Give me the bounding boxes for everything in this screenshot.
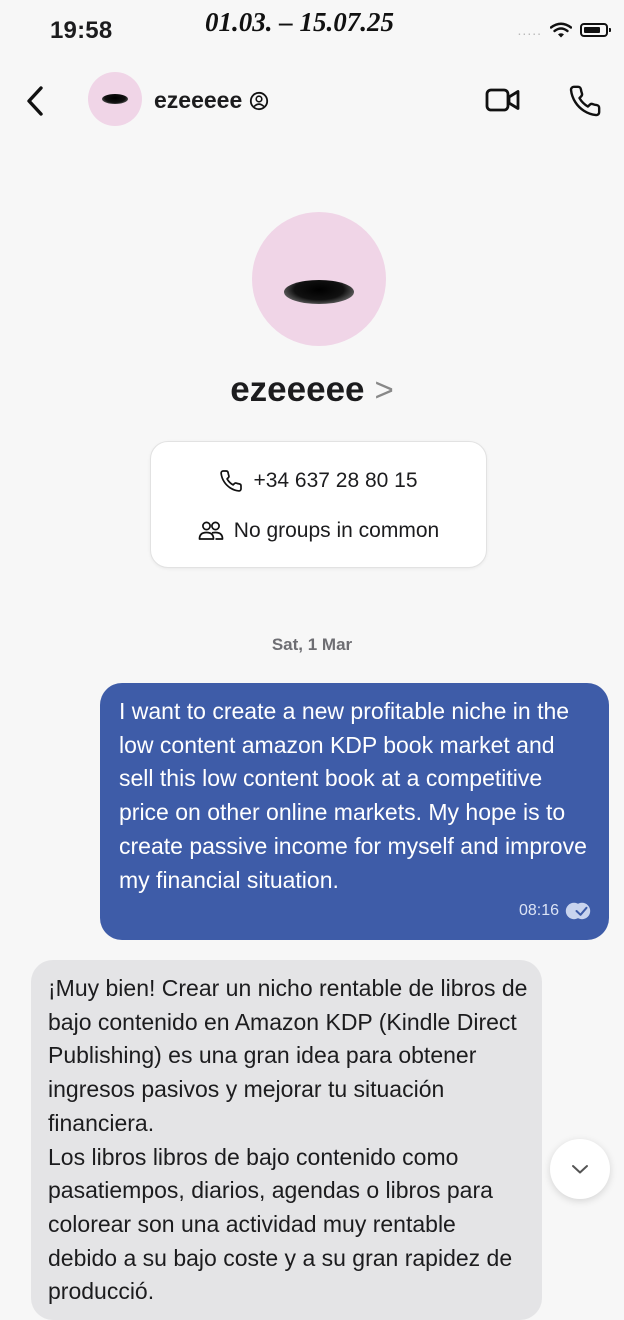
contact-info-card: +34 637 28 80 15 No groups in common <box>150 441 487 568</box>
avatar-image <box>102 94 128 104</box>
phone-number: +34 637 28 80 15 <box>253 469 418 492</box>
message-text: ¡Muy bien! Crear un nicho rentable de li… <box>48 975 528 1305</box>
wifi-icon <box>550 22 572 38</box>
phone-icon <box>220 470 243 492</box>
verified-icon <box>250 91 269 110</box>
back-icon[interactable] <box>22 84 52 118</box>
phone-row[interactable]: +34 637 28 80 15 <box>151 469 486 493</box>
message-text: I want to create a new profitable niche … <box>119 698 587 893</box>
status-icons: ..... <box>517 22 611 38</box>
read-receipt-icon <box>565 902 591 920</box>
avatar-image <box>284 280 354 304</box>
message-time: 08:16 <box>518 902 559 920</box>
contact-name-header-label: ezeeeee <box>154 87 243 113</box>
incoming-message-bubble[interactable]: ¡Muy bien! Crear un nicho rentable de li… <box>31 960 542 1320</box>
date-separator: Sat, 1 Mar <box>271 635 353 654</box>
signal-icon: ..... <box>517 22 542 38</box>
groups-row[interactable]: No groups in common <box>151 519 486 543</box>
phone-call-icon[interactable] <box>567 84 603 118</box>
contact-avatar-large[interactable] <box>252 212 386 346</box>
contact-avatar-small[interactable] <box>88 72 142 126</box>
groups-text: No groups in common <box>233 519 440 542</box>
profile-name[interactable]: ezeeeee > <box>0 370 624 410</box>
status-time: 19:58 <box>50 17 113 44</box>
date-range-overlay: 01.03. – 15.07.25 <box>205 7 394 37</box>
message-meta: 08:16 <box>519 894 591 928</box>
contact-name-header[interactable]: ezeeeee <box>154 87 269 114</box>
scroll-down-button[interactable] <box>550 1139 610 1199</box>
chevron-right-icon: > <box>374 371 394 408</box>
battery-icon <box>580 23 611 37</box>
chevron-down-icon <box>572 1165 588 1174</box>
profile-name-label: ezeeeee <box>230 370 365 409</box>
groups-icon <box>198 521 224 540</box>
outgoing-message-bubble[interactable]: I want to create a new profitable niche … <box>100 683 609 940</box>
video-call-icon[interactable] <box>485 86 521 114</box>
